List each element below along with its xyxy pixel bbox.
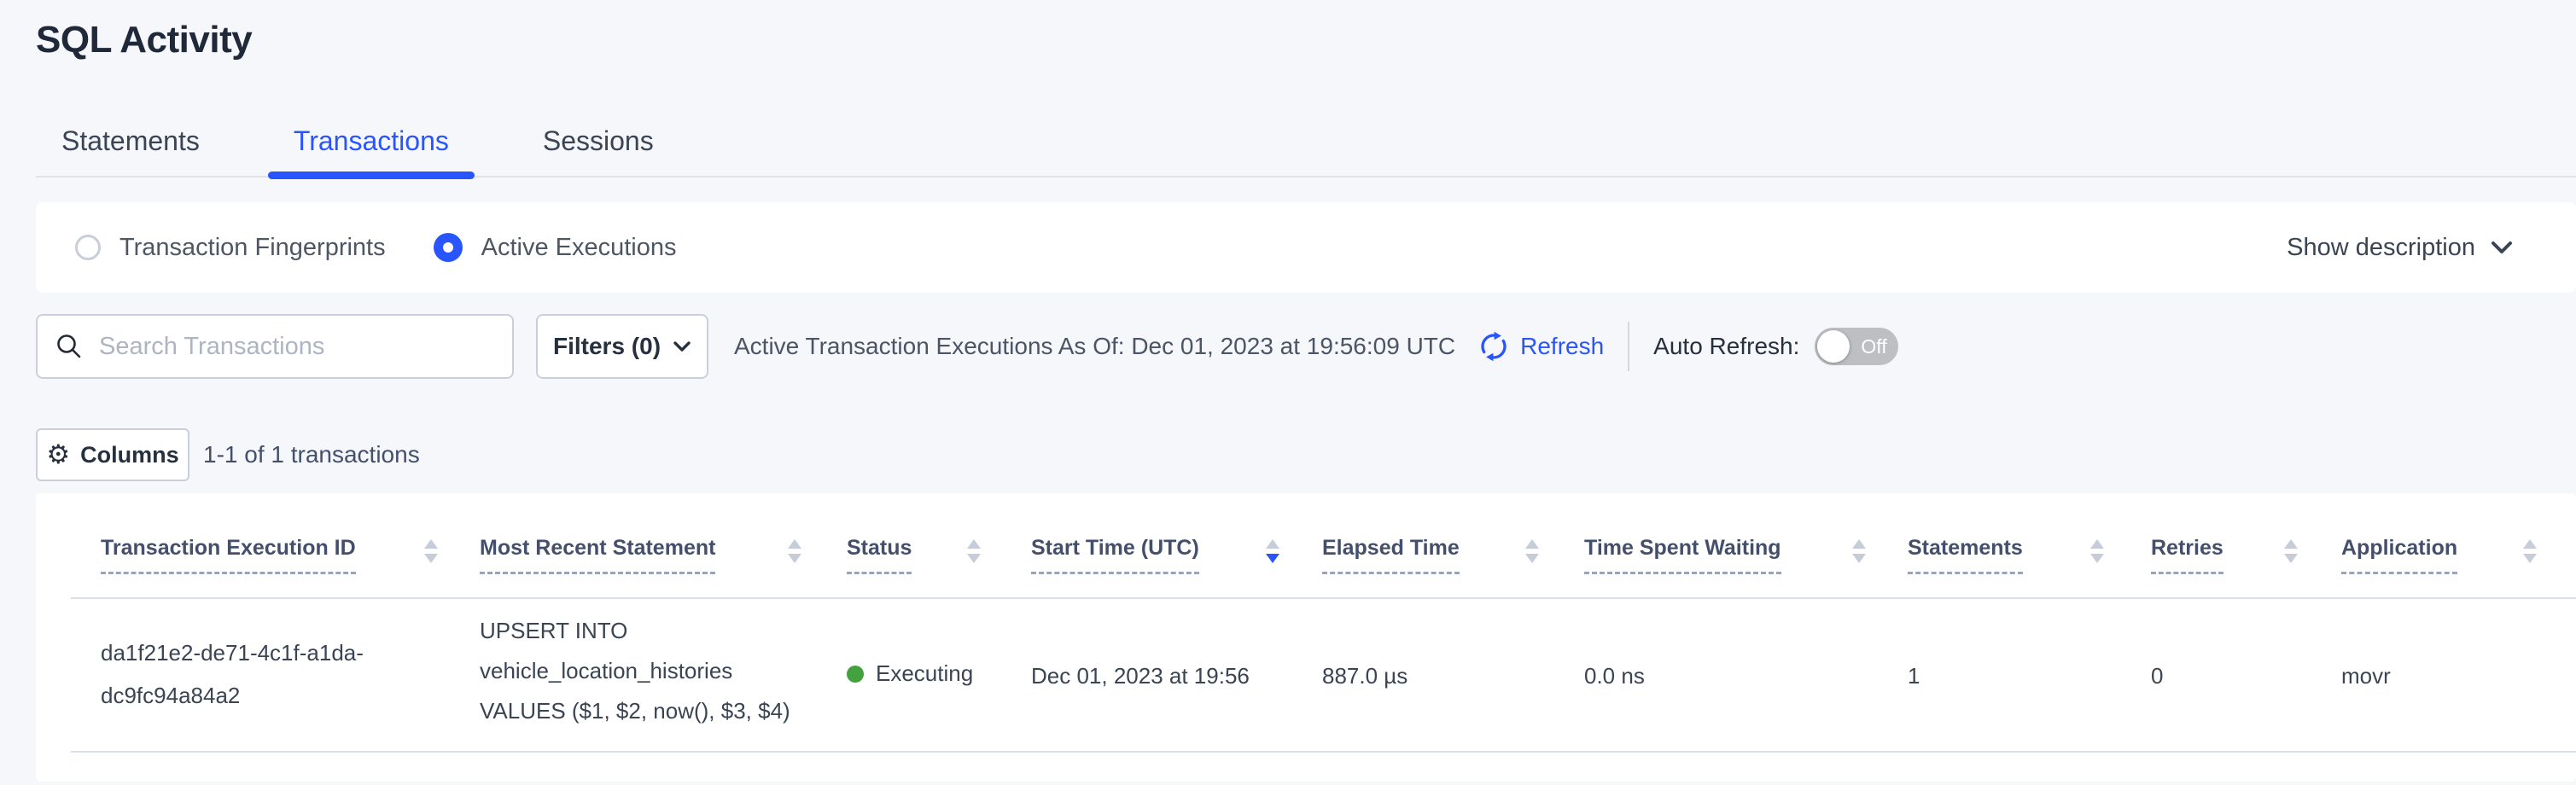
column-header-start-time[interactable]: Start Time (UTC) bbox=[1031, 536, 1199, 561]
transactions-table: Transaction Execution ID Most Recent Sta… bbox=[36, 493, 2576, 782]
refresh-button[interactable]: Refresh bbox=[1477, 330, 1604, 363]
cell-elapsed-time: 887.0 µs bbox=[1322, 663, 1407, 689]
tab-sessions[interactable]: Sessions bbox=[517, 113, 679, 176]
sort-icon[interactable] bbox=[1852, 539, 1866, 563]
refresh-icon bbox=[1477, 330, 1510, 363]
sort-icon[interactable] bbox=[1525, 539, 1539, 563]
tab-transactions[interactable]: Transactions bbox=[268, 113, 475, 176]
columns-button-label: Columns bbox=[80, 442, 179, 468]
show-description-label: Show description bbox=[2287, 234, 2475, 262]
column-header-application[interactable]: Application bbox=[2341, 536, 2457, 561]
cell-status: Executing bbox=[847, 660, 973, 687]
tab-statements[interactable]: Statements bbox=[36, 113, 225, 176]
divider bbox=[1628, 322, 1629, 371]
result-count: 1-1 of 1 transactions bbox=[203, 428, 420, 481]
column-header-status[interactable]: Status bbox=[847, 536, 912, 561]
controls-row: Filters (0) Active Transaction Execution… bbox=[36, 314, 2576, 379]
sort-icon-active-desc[interactable] bbox=[1266, 539, 1279, 563]
radio-label: Transaction Fingerprints bbox=[119, 234, 386, 262]
tab-bar: Statements Transactions Sessions bbox=[36, 113, 2576, 177]
chevron-down-icon bbox=[2491, 241, 2513, 255]
as-of-timestamp: Active Transaction Executions As Of: Dec… bbox=[734, 333, 1455, 360]
filters-label: Filters (0) bbox=[553, 333, 661, 360]
table-row[interactable]: da1f21e2-de71-4c1f-a1da- dc9fc94a84a2 UP… bbox=[36, 597, 2576, 751]
sort-icon[interactable] bbox=[2284, 539, 2298, 563]
toggle-state-label: Off bbox=[1861, 328, 1886, 365]
search-input[interactable] bbox=[97, 332, 495, 362]
gear-icon: ⚙ bbox=[46, 442, 70, 468]
auto-refresh-toggle[interactable]: Off bbox=[1815, 328, 1898, 365]
auto-refresh-label: Auto Refresh: bbox=[1653, 333, 1799, 360]
status-label: Executing bbox=[876, 660, 973, 687]
sort-icon[interactable] bbox=[788, 539, 801, 563]
columns-button[interactable]: ⚙ Columns bbox=[36, 428, 189, 481]
radio-transaction-fingerprints[interactable]: Transaction Fingerprints bbox=[75, 234, 386, 262]
page-title: SQL Activity bbox=[36, 19, 252, 61]
cell-most-recent-statement: UPSERT INTO vehicle_location_histories V… bbox=[480, 611, 790, 731]
sort-icon[interactable] bbox=[967, 539, 981, 563]
cell-application: movr bbox=[2341, 663, 2391, 689]
column-header-time-spent-waiting[interactable]: Time Spent Waiting bbox=[1584, 536, 1781, 561]
radio-selected-icon bbox=[434, 233, 463, 262]
filters-button[interactable]: Filters (0) bbox=[536, 314, 708, 379]
cell-retries: 0 bbox=[2151, 663, 2163, 689]
cell-start-time: Dec 01, 2023 at 19:56 bbox=[1031, 663, 1250, 689]
status-dot-icon bbox=[847, 666, 864, 683]
column-header-statements[interactable]: Statements bbox=[1908, 536, 2023, 561]
sort-icon[interactable] bbox=[2090, 539, 2104, 563]
cell-statements: 1 bbox=[1908, 663, 1920, 689]
cell-time-spent-waiting: 0.0 ns bbox=[1584, 663, 1645, 689]
radio-unselected-icon bbox=[75, 235, 101, 260]
radio-active-executions[interactable]: Active Executions bbox=[434, 233, 677, 262]
view-mode-card: Transaction Fingerprints Active Executio… bbox=[36, 202, 2576, 293]
toggle-knob-icon bbox=[1817, 330, 1850, 363]
table-row-divider bbox=[71, 751, 2576, 753]
cell-transaction-execution-id[interactable]: da1f21e2-de71-4c1f-a1da- dc9fc94a84a2 bbox=[101, 631, 364, 717]
show-description-toggle[interactable]: Show description bbox=[2287, 234, 2576, 262]
column-header-retries[interactable]: Retries bbox=[2151, 536, 2223, 561]
search-icon bbox=[55, 332, 84, 361]
chevron-down-icon bbox=[673, 340, 691, 353]
column-header-transaction-execution-id[interactable]: Transaction Execution ID bbox=[101, 536, 356, 561]
column-header-elapsed-time[interactable]: Elapsed Time bbox=[1322, 536, 1460, 561]
sql-activity-page: SQL Activity Statements Transactions Ses… bbox=[0, 0, 2576, 785]
radio-label: Active Executions bbox=[481, 234, 677, 262]
sort-icon[interactable] bbox=[424, 539, 438, 563]
refresh-label: Refresh bbox=[1520, 333, 1604, 360]
sort-icon[interactable] bbox=[2523, 539, 2537, 563]
search-box bbox=[36, 314, 514, 379]
column-header-most-recent-statement[interactable]: Most Recent Statement bbox=[480, 536, 715, 561]
